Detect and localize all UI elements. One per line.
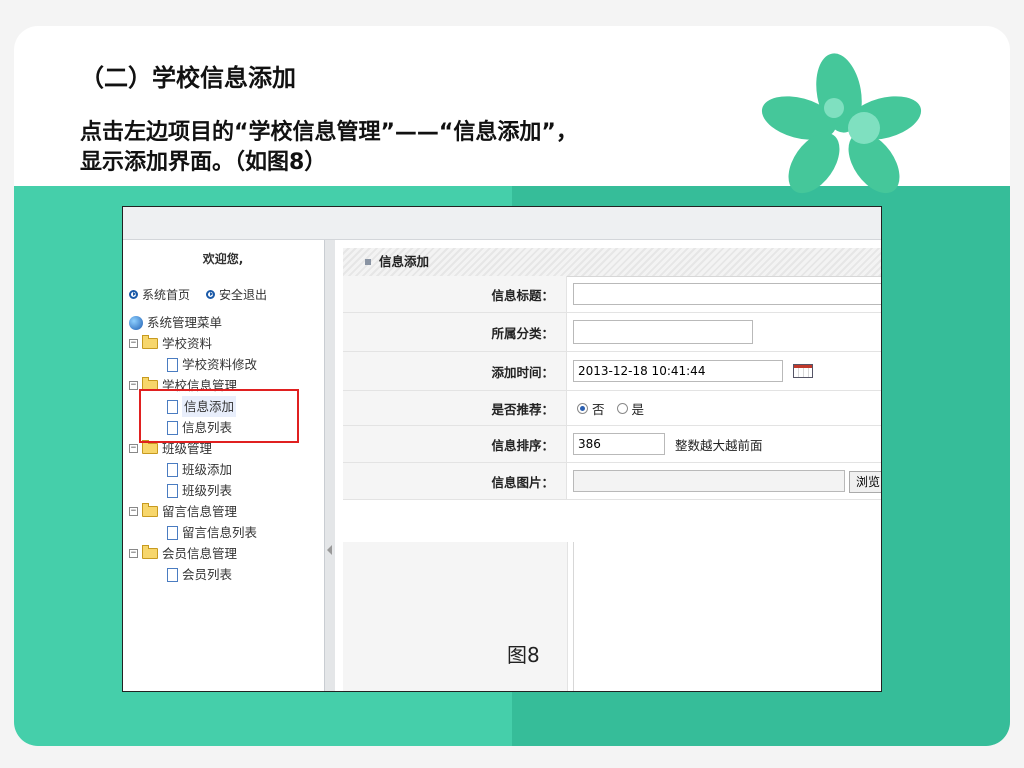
tree-group-members[interactable]: − 会员信息管理	[129, 543, 319, 564]
top-links: 系统首页 安全退出	[129, 286, 267, 303]
app-header-bar	[123, 207, 881, 240]
panel-header: 信息添加	[343, 248, 881, 277]
slide: （二）学校信息添加 点击左边项目的“学校信息管理”——“信息添加”， 显示添加界…	[14, 26, 1010, 746]
tree-item-label: 留言信息列表	[182, 525, 258, 540]
tree-item-member-list[interactable]: 会员列表	[129, 564, 319, 585]
main-content: 信息添加 信息标题： 所属分类： 添加时间： 2013-12-18 10:41:…	[335, 240, 881, 691]
tree-group-label: 留言信息管理	[162, 504, 238, 519]
description-line-1: 点击左边项目的“学校信息管理”——“信息添加”，	[80, 120, 578, 145]
circle-arrow-icon	[129, 290, 138, 299]
tree-item-class-list[interactable]: 班级列表	[129, 480, 319, 501]
field-label-category: 所属分类：	[343, 313, 567, 351]
tree-root[interactable]: 系统管理菜单	[129, 312, 319, 333]
title-input[interactable]	[573, 283, 881, 305]
field-label-time: 添加时间：	[343, 352, 567, 390]
tree-item-label: 班级添加	[182, 462, 233, 477]
collapse-arrow-icon[interactable]	[327, 545, 332, 555]
info-add-form: 信息标题： 所属分类： 添加时间： 是否推荐：	[343, 276, 881, 691]
tree-item-message-list[interactable]: 留言信息列表	[129, 522, 319, 543]
globe-icon	[129, 315, 143, 330]
image-path-input[interactable]	[573, 470, 845, 492]
page-icon	[167, 357, 178, 372]
description-line-2: 显示添加界面。（如图8）	[80, 150, 327, 175]
tree-item-class-add[interactable]: 班级添加	[129, 459, 319, 480]
slide-description: 点击左边项目的“学校信息管理”——“信息添加”， 显示添加界面。（如图8）	[80, 118, 740, 178]
radio-yes-label: 是	[631, 401, 645, 417]
figure-caption: 图8	[507, 643, 540, 667]
row-image: 信息图片： 浏览	[343, 463, 881, 500]
time-input[interactable]	[573, 360, 783, 382]
content-editor[interactable]	[573, 542, 881, 691]
logout-link-label: 安全退出	[219, 288, 268, 302]
tree-group-messages[interactable]: − 留言信息管理	[129, 501, 319, 522]
tree-group-school-data[interactable]: − 学校资料	[129, 333, 319, 354]
field-label-recommend: 是否推荐：	[343, 391, 567, 425]
field-label-image: 信息图片：	[343, 463, 567, 499]
folder-icon	[142, 503, 158, 517]
page-icon	[167, 567, 178, 582]
page-icon	[167, 483, 178, 498]
highlight-box	[139, 389, 299, 443]
collapse-icon[interactable]: −	[129, 507, 138, 516]
menu-tree: 系统管理菜单 − 学校资料 学校资料修改 − 学校信息管理 信息添加 信息列表 …	[129, 312, 319, 585]
browse-button[interactable]: 浏览	[849, 471, 881, 493]
folder-icon	[142, 335, 158, 349]
order-hint: 整数越大越前面	[675, 437, 763, 453]
tree-item-label: 会员列表	[182, 567, 233, 582]
field-label-order: 信息排序：	[343, 426, 567, 462]
row-title: 信息标题：	[343, 276, 881, 313]
radio-no[interactable]	[577, 402, 588, 414]
row-time: 添加时间：	[343, 352, 881, 391]
radio-no-label: 否	[592, 401, 605, 417]
tree-item-label: 学校资料修改	[182, 357, 258, 372]
row-order: 信息排序： 整数越大越前面	[343, 426, 881, 463]
row-category: 所属分类：	[343, 313, 881, 352]
tree-item-school-data-edit[interactable]: 学校资料修改	[129, 354, 319, 375]
collapse-icon[interactable]: −	[129, 339, 138, 348]
tree-group-label: 会员信息管理	[162, 546, 238, 561]
tree-group-label: 学校资料	[162, 336, 213, 351]
welcome-text: 欢迎您,	[202, 252, 244, 266]
page-icon	[167, 462, 178, 477]
radio-yes[interactable]	[616, 402, 628, 414]
collapse-icon[interactable]: −	[129, 381, 138, 390]
collapse-icon[interactable]: −	[129, 549, 138, 558]
circle-arrow-icon	[206, 290, 216, 299]
screenshot-figure: 欢迎您, 系统首页 安全退出 系统管理菜单 − 学校资料 学校资料修改 − 学校…	[122, 206, 882, 692]
home-link-label: 系统首页	[142, 288, 191, 302]
sidebar: 欢迎您, 系统首页 安全退出 系统管理菜单 − 学校资料 学校资料修改 − 学校…	[123, 240, 323, 691]
home-link[interactable]: 系统首页	[129, 286, 190, 303]
field-label-title: 信息标题：	[343, 276, 567, 312]
order-input[interactable]	[573, 433, 665, 455]
calendar-icon[interactable]	[793, 364, 813, 378]
collapse-icon[interactable]: −	[129, 444, 138, 453]
logout-link[interactable]: 安全退出	[206, 286, 267, 303]
page-icon	[167, 525, 178, 540]
panel-title: 信息添加	[379, 254, 430, 269]
folder-icon	[142, 545, 158, 559]
leaf-cluster-icon	[761, 53, 922, 194]
tree-item-label: 班级列表	[182, 483, 233, 498]
editor-label-area	[343, 542, 568, 691]
slide-title: （二）学校信息添加	[80, 64, 296, 92]
bullet-icon	[365, 259, 371, 265]
folder-icon	[142, 440, 158, 454]
row-recommend: 是否推荐： 否 是	[343, 391, 881, 426]
tree-root-label: 系统管理菜单	[147, 315, 223, 330]
category-input[interactable]	[573, 320, 753, 344]
